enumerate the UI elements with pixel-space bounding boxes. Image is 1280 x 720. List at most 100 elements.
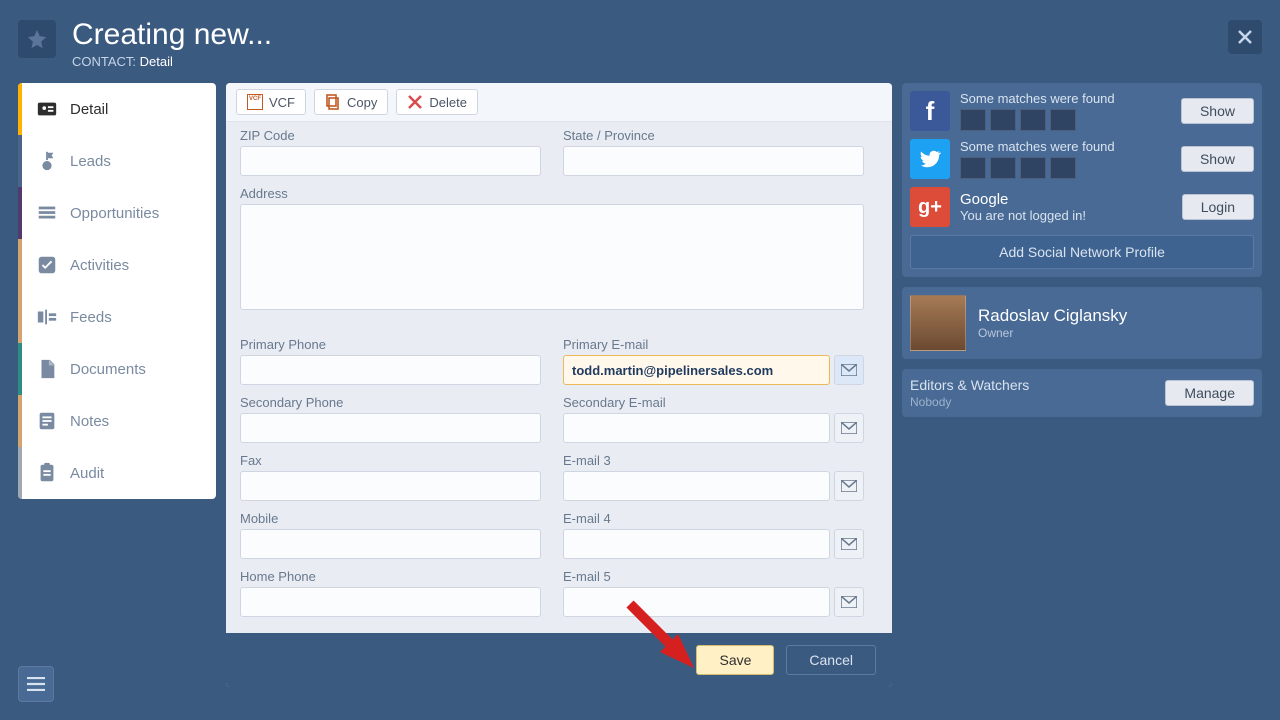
menu-button[interactable] [18, 666, 54, 702]
match-thumb[interactable] [990, 157, 1016, 179]
favorite-button[interactable] [18, 20, 56, 58]
sidebar-item-leads[interactable]: Leads [18, 135, 216, 187]
email4-send-button[interactable] [834, 529, 864, 559]
primary-phone-input[interactable] [240, 355, 541, 385]
add-social-profile-button[interactable]: Add Social Network Profile [910, 235, 1254, 269]
owner-name: Radoslav Ciglansky [978, 306, 1127, 326]
secondary-phone-label: Secondary Phone [240, 395, 541, 410]
social-panel: f Some matches were found Show Some matc… [902, 83, 1262, 277]
home-phone-input[interactable] [240, 587, 541, 617]
match-thumb[interactable] [1020, 109, 1046, 131]
google-login-button[interactable]: Login [1182, 194, 1254, 220]
email5-label: E-mail 5 [563, 569, 864, 584]
sidebar-item-notes[interactable]: Notes [18, 395, 216, 447]
match-thumb[interactable] [1020, 157, 1046, 179]
main-panel: VCF VCF Copy Delete ZIP Code State / Pro… [226, 83, 892, 687]
match-thumb[interactable] [1050, 157, 1076, 179]
owner-role: Owner [978, 326, 1127, 340]
toolbar: VCF VCF Copy Delete [226, 83, 892, 122]
social-facebook-row: f Some matches were found Show [910, 91, 1254, 131]
sidebar-item-opportunities[interactable]: Opportunities [18, 187, 216, 239]
flag-icon [36, 150, 58, 172]
social-google-row: g+ Google You are not logged in! Login [910, 187, 1254, 227]
match-thumb[interactable] [960, 157, 986, 179]
close-button[interactable] [1228, 20, 1262, 54]
home-phone-label: Home Phone [240, 569, 541, 584]
sidebar-item-detail[interactable]: Detail [18, 83, 216, 135]
address-label: Address [240, 186, 864, 201]
header: Creating new... CONTACT: Detail [0, 0, 1280, 83]
match-thumb[interactable] [1050, 109, 1076, 131]
secondary-email-label: Secondary E-mail [563, 395, 864, 410]
state-label: State / Province [563, 128, 864, 143]
watchers-title: Editors & Watchers [910, 377, 1029, 393]
google-status: You are not logged in! [960, 208, 1172, 223]
email3-input[interactable] [563, 471, 830, 501]
secondary-email-input[interactable] [563, 413, 830, 443]
document-icon [36, 358, 58, 380]
copy-button[interactable]: Copy [314, 89, 388, 115]
right-column: f Some matches were found Show Some matc… [902, 83, 1262, 687]
id-card-icon [36, 98, 58, 120]
zip-label: ZIP Code [240, 128, 541, 143]
envelope-icon [841, 422, 857, 434]
email5-send-button[interactable] [834, 587, 864, 617]
envelope-icon [841, 480, 857, 492]
hamburger-icon [27, 677, 45, 691]
form-area[interactable]: ZIP Code State / Province Address Primar… [226, 122, 892, 633]
zip-input[interactable] [240, 146, 541, 176]
primary-phone-label: Primary Phone [240, 337, 541, 352]
fax-input[interactable] [240, 471, 541, 501]
cancel-button[interactable]: Cancel [786, 645, 876, 675]
watchers-panel: Editors & Watchers Nobody Manage [902, 369, 1262, 417]
secondary-phone-input[interactable] [240, 413, 541, 443]
twitter-icon [910, 139, 950, 179]
sidebar-item-feeds[interactable]: Feeds [18, 291, 216, 343]
email3-send-button[interactable] [834, 471, 864, 501]
feed-icon [36, 306, 58, 328]
twitter-show-button[interactable]: Show [1181, 146, 1254, 172]
delete-icon [407, 94, 423, 110]
email3-label: E-mail 3 [563, 453, 864, 468]
close-icon [1237, 29, 1253, 45]
state-input[interactable] [563, 146, 864, 176]
primary-email-input[interactable] [563, 355, 830, 385]
page-subtitle: CONTACT: Detail [72, 54, 272, 69]
facebook-icon: f [910, 91, 950, 131]
email5-input[interactable] [563, 587, 830, 617]
page-title: Creating new... [72, 20, 272, 50]
facebook-show-button[interactable]: Show [1181, 98, 1254, 124]
email4-label: E-mail 4 [563, 511, 864, 526]
sidebar-item-activities[interactable]: Activities [18, 239, 216, 291]
mobile-input[interactable] [240, 529, 541, 559]
social-twitter-row: Some matches were found Show [910, 139, 1254, 179]
list-icon [36, 202, 58, 224]
audit-icon [36, 462, 58, 484]
secondary-email-send-button[interactable] [834, 413, 864, 443]
star-icon [26, 28, 48, 50]
delete-button[interactable]: Delete [396, 89, 478, 115]
email4-input[interactable] [563, 529, 830, 559]
primary-email-send-button[interactable] [834, 355, 864, 385]
vcf-button[interactable]: VCF VCF [236, 89, 306, 115]
envelope-icon [841, 538, 857, 550]
sidebar-item-documents[interactable]: Documents [18, 343, 216, 395]
vcf-icon: VCF [247, 94, 263, 110]
copy-icon [325, 94, 341, 110]
google-name: Google [960, 191, 1172, 208]
address-input[interactable] [240, 204, 864, 310]
primary-email-label: Primary E-mail [563, 337, 864, 352]
notes-icon [36, 410, 58, 432]
match-thumb[interactable] [960, 109, 986, 131]
sidebar-item-audit[interactable]: Audit [18, 447, 216, 499]
mobile-label: Mobile [240, 511, 541, 526]
twitter-status: Some matches were found [960, 139, 1171, 154]
match-thumb[interactable] [990, 109, 1016, 131]
save-button[interactable]: Save [696, 645, 774, 675]
google-plus-icon: g+ [910, 187, 950, 227]
envelope-icon [841, 364, 857, 376]
manage-watchers-button[interactable]: Manage [1165, 380, 1254, 406]
bottom-bar: Save Cancel [226, 633, 892, 687]
sidebar: Detail Leads Opportunities Activities Fe… [18, 83, 216, 499]
watchers-subtitle: Nobody [910, 395, 1029, 409]
